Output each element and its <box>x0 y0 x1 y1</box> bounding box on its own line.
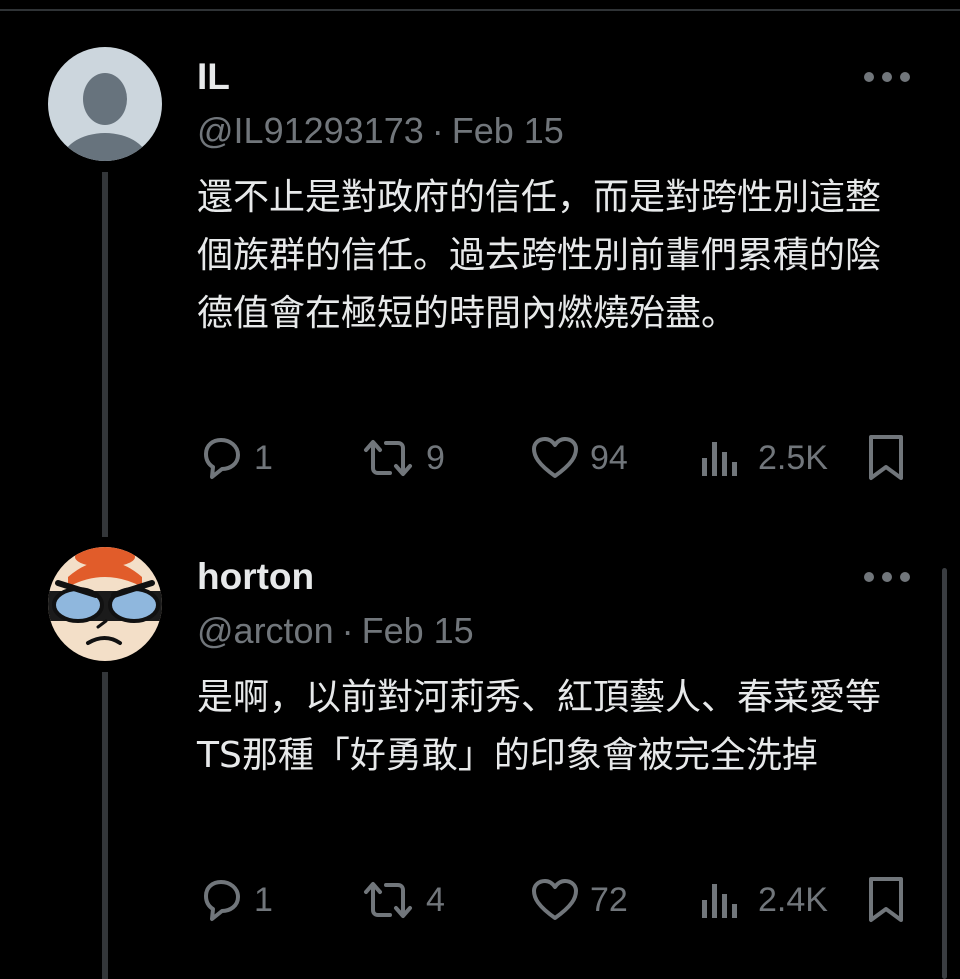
tweet-actions: 1 9 94 2.5K <box>0 430 960 486</box>
bookmark-button[interactable] <box>866 430 906 486</box>
bookmark-icon <box>869 435 903 480</box>
views-button[interactable]: 2.4K <box>700 872 828 928</box>
user-handle[interactable]: @arcton <box>197 610 334 651</box>
bookmark-icon <box>869 877 903 922</box>
tweet-date[interactable]: Feb 15 <box>452 110 564 151</box>
user-avatar[interactable] <box>48 547 162 661</box>
tweet-2[interactable]: horton @arcton · Feb 15 是啊，以前對河莉秀、紅頂藝人、春菜愛… <box>0 544 960 979</box>
reply-icon <box>204 438 240 479</box>
retweet-count: 9 <box>426 438 445 477</box>
heart-icon <box>532 437 578 478</box>
user-avatar[interactable] <box>48 47 162 161</box>
views-count: 2.5K <box>758 438 828 477</box>
tweet-date[interactable]: Feb 15 <box>362 610 474 651</box>
top-divider <box>0 9 960 11</box>
reply-count: 1 <box>254 880 273 919</box>
like-button[interactable]: 72 <box>530 872 628 928</box>
tweet-1[interactable]: IL @IL91293173 · Feb 15 還不止是對政府的信任，而是對跨性別這… <box>0 44 960 544</box>
like-count: 94 <box>590 438 628 477</box>
tweet-text: 是啊，以前對河莉秀、紅頂藝人、春菜愛等TS那種「好勇敢」的印象會被完全洗掉 <box>197 677 882 776</box>
cartoon-avatar-icon <box>48 547 162 661</box>
default-avatar-icon <box>48 47 162 161</box>
heart-icon <box>532 879 578 920</box>
like-button[interactable]: 94 <box>530 430 628 486</box>
scrollbar[interactable] <box>942 568 947 979</box>
meta-separator: · <box>431 110 444 151</box>
meta-separator: · <box>341 610 354 651</box>
tweet-meta: @arcton · Feb 15 <box>197 610 474 652</box>
bookmark-button[interactable] <box>866 872 906 928</box>
retweet-button[interactable]: 4 <box>360 872 445 928</box>
user-handle[interactable]: @IL91293173 <box>197 110 424 151</box>
views-bar-chart-icon <box>702 884 737 918</box>
reply-count: 1 <box>254 438 273 477</box>
tweet-actions: 1 4 72 2.4K <box>0 872 960 928</box>
retweet-button[interactable]: 9 <box>360 430 445 486</box>
views-count: 2.4K <box>758 880 828 919</box>
retweet-count: 4 <box>426 880 445 919</box>
views-bar-chart-icon <box>702 442 737 476</box>
more-options-icon[interactable] <box>864 72 910 82</box>
reply-button[interactable]: 1 <box>198 872 273 928</box>
display-name[interactable]: horton <box>197 556 314 598</box>
tweet-meta: @IL91293173 · Feb 15 <box>197 110 564 152</box>
reply-button[interactable]: 1 <box>198 430 273 486</box>
more-options-icon[interactable] <box>864 572 910 582</box>
tweet-text: 還不止是對政府的信任，而是對跨性別這整個族群的信任。過去跨性別前輩們累積的陰德值… <box>197 177 882 334</box>
thread-line <box>102 672 108 979</box>
display-name[interactable]: IL <box>197 56 230 98</box>
like-count: 72 <box>590 880 628 919</box>
reply-icon <box>204 880 240 921</box>
views-button[interactable]: 2.5K <box>700 430 828 486</box>
retweet-icon <box>364 440 412 476</box>
retweet-icon <box>364 882 412 918</box>
